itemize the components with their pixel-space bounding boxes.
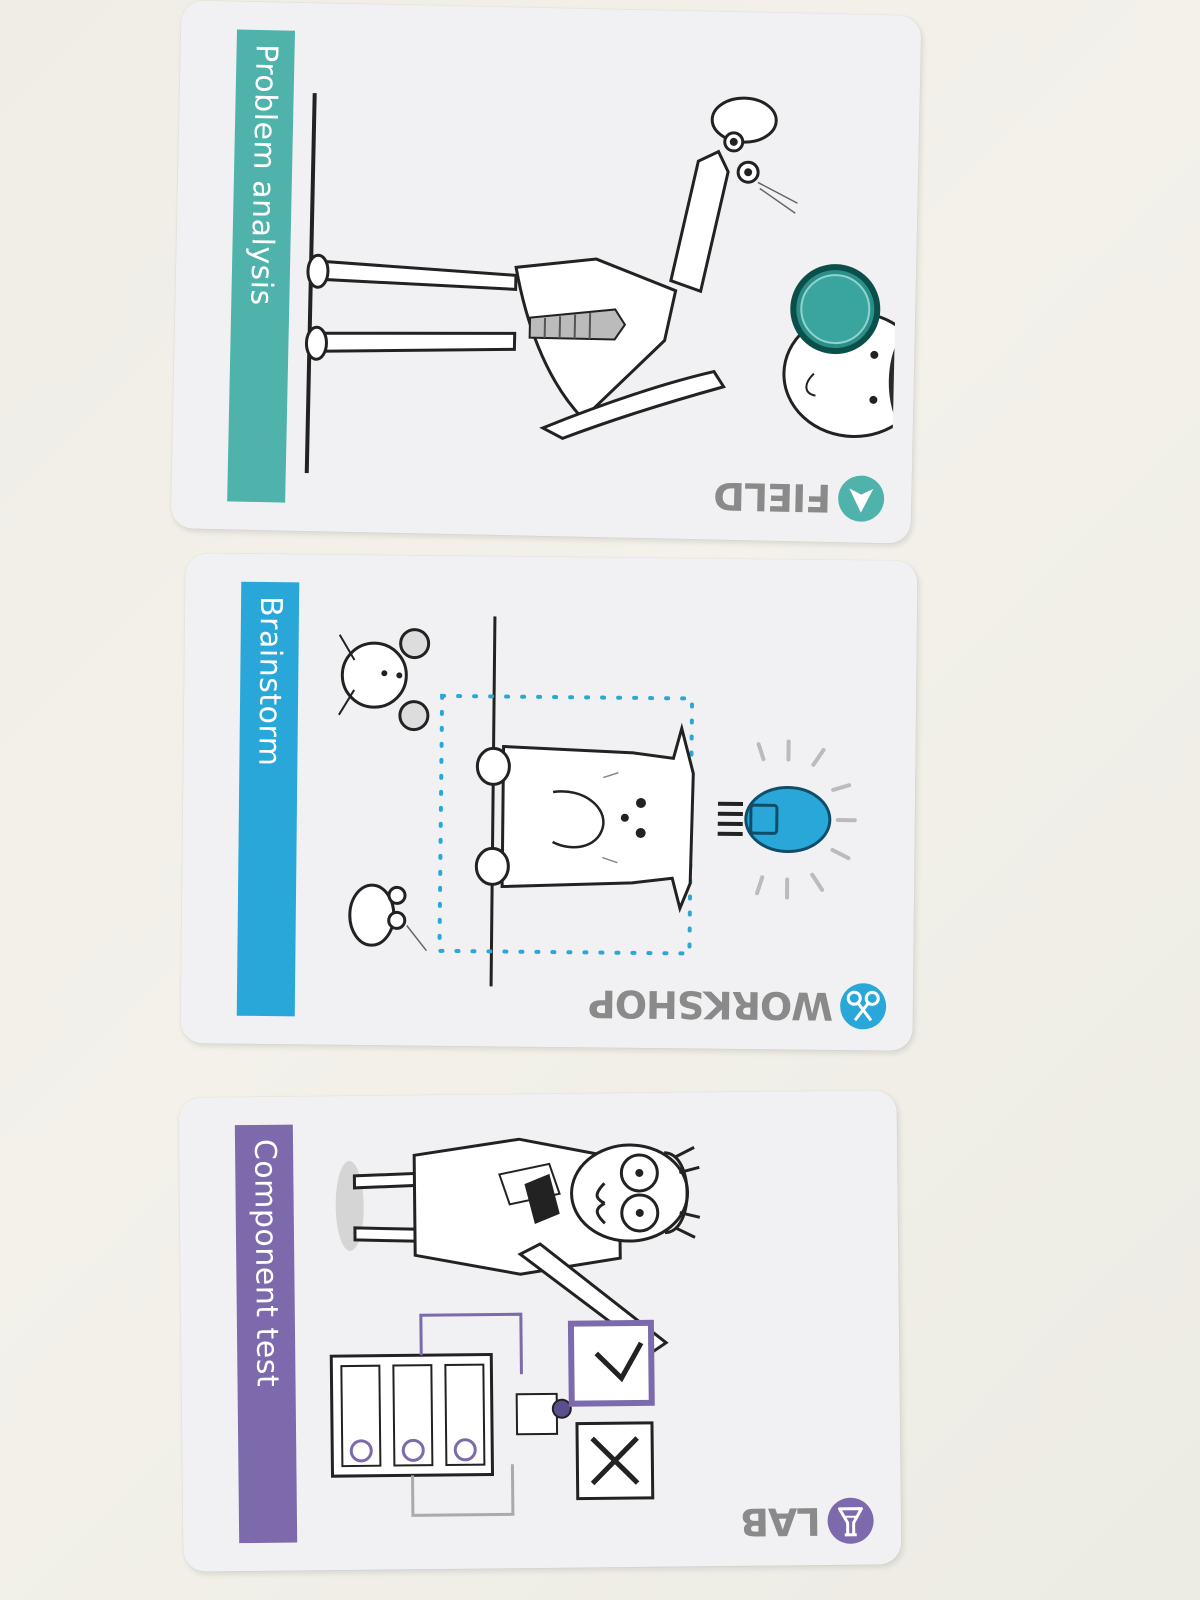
flask-icon [828,1497,875,1544]
detective-illustration [304,93,901,474]
category-label: LAB [741,1499,822,1544]
cat-brainstorm-illustration [338,616,857,987]
category-label: FIELD [714,473,832,521]
category-badge: FIELD [714,472,886,524]
arrow-up-icon [838,475,885,522]
card-title: Brainstorm [251,595,289,767]
scissors-icon [839,983,886,1030]
card-title-strip: Brainstorm [236,581,300,1017]
card-brainstorm: Brainstorm WORKSHOP [180,553,918,1051]
category-label: WORKSHOP [588,981,834,1028]
category-badge: LAB [741,1497,875,1546]
card-title: Component test [246,1138,285,1388]
category-badge: WORKSHOP [588,979,887,1030]
card-title-strip: Component test [234,1124,298,1544]
card-problem-analysis: Problem analysis FIELD [170,0,922,544]
card-title-strip: Problem analysis [227,29,295,503]
scientist-illustration [329,1137,701,1517]
card-component-test: Component test LAB [178,1090,902,1572]
card-title: Problem analysis [243,43,284,307]
